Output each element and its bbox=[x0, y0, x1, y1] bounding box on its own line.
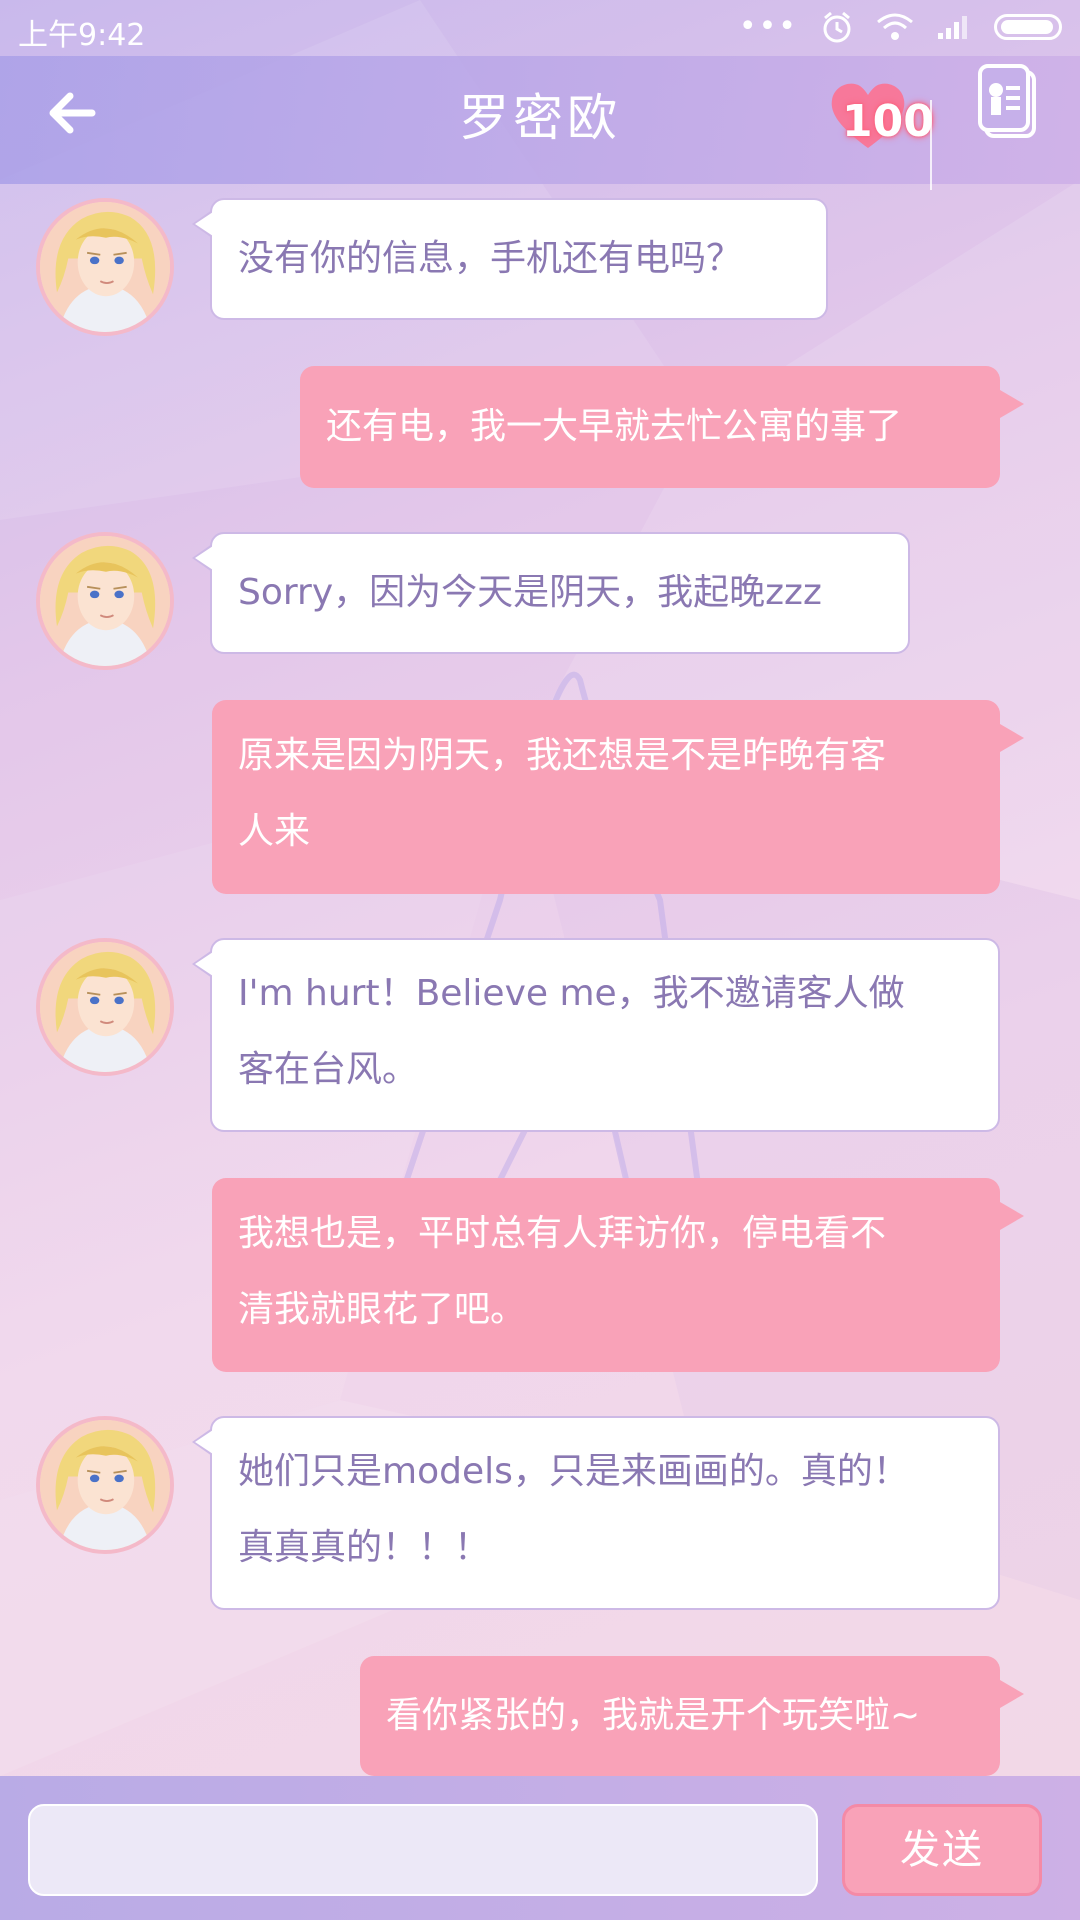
message-text-line: 人来 bbox=[238, 811, 311, 852]
more-dots-icon: ••• bbox=[738, 9, 798, 44]
header-divider bbox=[930, 100, 932, 190]
status-icons: ••• bbox=[739, 10, 1062, 44]
message-bubble-outgoing: 看你紧张的，我就是开个玩笑啦~ bbox=[360, 1656, 1024, 1776]
avatar-romeo[interactable] bbox=[36, 198, 174, 336]
message-text-line: 真真真的！！！ bbox=[238, 1527, 491, 1568]
message-text-line: 客在台风。 bbox=[238, 1049, 419, 1090]
send-button[interactable]: 发送 bbox=[842, 1804, 1042, 1896]
contact-card-icon[interactable] bbox=[976, 62, 1040, 142]
alarm-icon bbox=[823, 11, 851, 43]
signal-icon bbox=[938, 16, 967, 39]
message-bubble-outgoing: 我想也是，平时总有人拜访你，停电看不 清我就眼花了吧。 bbox=[212, 1178, 1024, 1372]
message-bubble-outgoing: 原来是因为阴天，我还想是不是昨晚有客 人来 bbox=[212, 700, 1024, 894]
status-time: 上午9:42 bbox=[18, 18, 146, 53]
avatar-romeo[interactable] bbox=[36, 532, 174, 670]
message-text: 没有你的信息，手机还有电吗？ bbox=[238, 238, 743, 279]
message-text-line: I'm hurt！Believe me，我不邀请客人做 bbox=[238, 973, 905, 1014]
avatar-romeo[interactable] bbox=[36, 1416, 174, 1554]
message-input-bar: 发送 bbox=[0, 1776, 1080, 1920]
message-bubble-incoming: Sorry，因为今天是阴天，我起晚zzz bbox=[192, 532, 910, 654]
wifi-icon bbox=[877, 13, 913, 40]
message-bubble-incoming: 没有你的信息，手机还有电吗？ bbox=[192, 198, 828, 320]
message-text-line: 清我就眼花了吧。 bbox=[238, 1289, 527, 1330]
message-text-line: 我想也是，平时总有人拜访你，停电看不 bbox=[238, 1213, 887, 1254]
message-text: Sorry，因为今天是阴天，我起晚zzz bbox=[238, 572, 822, 613]
message-input[interactable] bbox=[28, 1804, 818, 1896]
battery-icon bbox=[994, 14, 1062, 40]
chat-header: 罗密欧 100 bbox=[0, 56, 1080, 190]
message-bubble-incoming: 她们只是models，只是来画画的。真的！ 真真真的！！！ bbox=[192, 1416, 1000, 1610]
message-text: 看你紧张的，我就是开个玩笑啦~ bbox=[386, 1695, 921, 1736]
message-bubble-incoming: I'm hurt！Believe me，我不邀请客人做 客在台风。 bbox=[192, 938, 1000, 1132]
message-text: 还有电，我一大早就去忙公寓的事了 bbox=[326, 406, 903, 447]
status-bar: 上午9:42 ••• bbox=[0, 0, 1080, 56]
affection-meter: 100 bbox=[828, 70, 938, 170]
message-bubble-outgoing: 还有电，我一大早就去忙公寓的事了 bbox=[300, 366, 1024, 488]
message-text-line: 原来是因为阴天，我还想是不是昨晚有客 bbox=[238, 735, 887, 776]
avatar-romeo[interactable] bbox=[36, 938, 174, 1076]
affection-value: 100 bbox=[842, 96, 934, 147]
message-text-line: 她们只是models，只是来画画的。真的！ bbox=[238, 1451, 909, 1492]
